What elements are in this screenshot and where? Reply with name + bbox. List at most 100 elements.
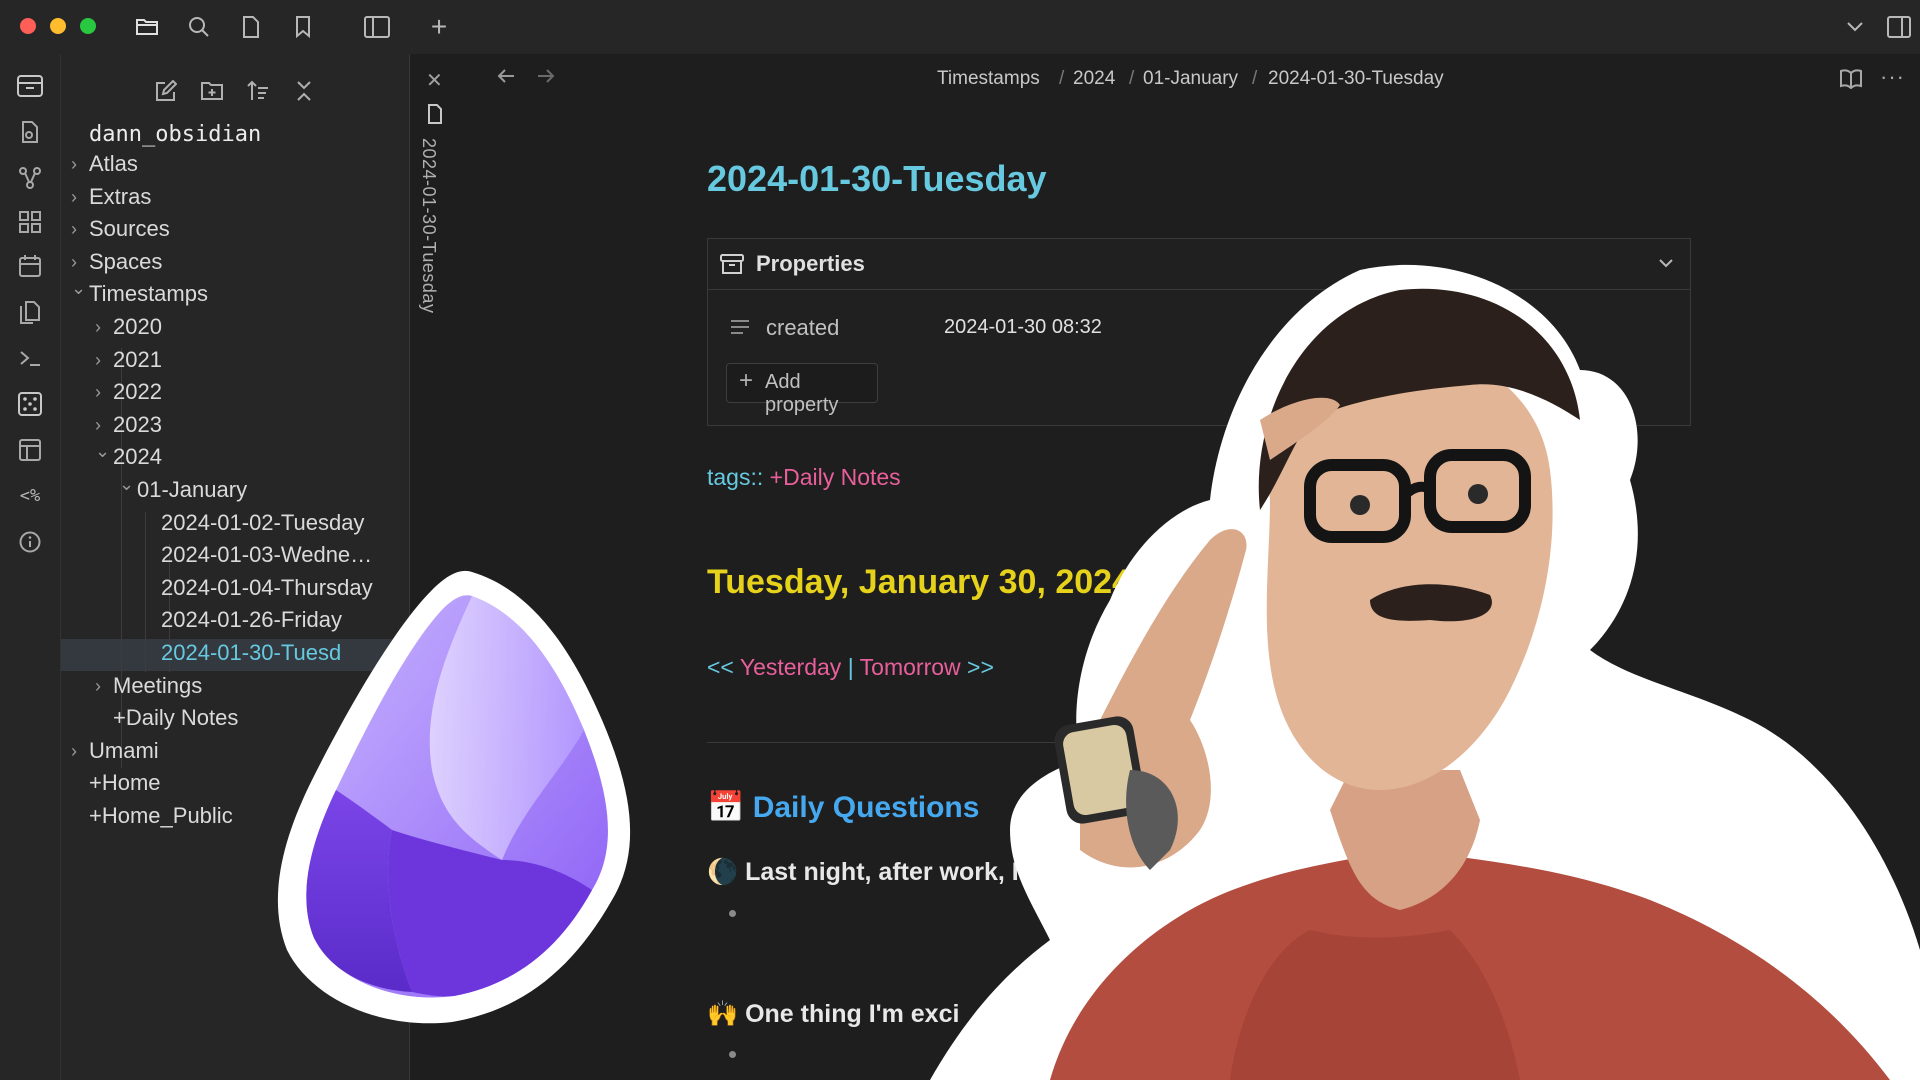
tree-item-label: Spaces xyxy=(89,248,163,274)
tree-folder[interactable]: ⌄ 01-January xyxy=(61,474,409,506)
nav-divider: | xyxy=(847,654,854,680)
back-arrow-icon[interactable] xyxy=(496,68,516,89)
right-sidebar-toggle-icon[interactable] xyxy=(1884,12,1914,42)
text-property-icon xyxy=(730,319,750,340)
maximize-window-button[interactable] xyxy=(80,18,96,34)
moon-emoji-icon: 🌘 xyxy=(707,858,739,886)
bookmark-icon[interactable] xyxy=(288,12,318,42)
breadcrumb-separator: / xyxy=(1059,68,1065,89)
chevron-right-icon[interactable]: › xyxy=(71,181,77,213)
chevron-down-icon[interactable]: ⌄ xyxy=(71,272,86,304)
forward-arrow-icon[interactable] xyxy=(536,68,556,89)
file-icon[interactable] xyxy=(236,12,266,42)
chevron-down-icon[interactable]: ⌄ xyxy=(119,468,134,500)
chevron-right-icon[interactable]: › xyxy=(71,148,77,180)
breadcrumb-current-note: 2024-01-30-Tuesday xyxy=(1268,68,1444,89)
tree-item-label: Timestamps xyxy=(89,281,208,307)
tree-item-label: +Home_Public xyxy=(89,803,233,828)
property-key[interactable]: created xyxy=(766,315,839,341)
obsidian-logo-icon xyxy=(277,570,631,1024)
tree-item-label: 2024-01-02-Tuesday xyxy=(161,509,365,535)
breadcrumb-separator: / xyxy=(1252,68,1258,89)
new-tab-icon[interactable]: + xyxy=(424,11,454,42)
tree-item-label: Umami xyxy=(89,737,159,763)
breadcrumb-timestamps[interactable]: Timestamps xyxy=(937,68,1040,90)
tree-item-label: 2020 xyxy=(113,314,162,339)
search-icon[interactable] xyxy=(184,12,214,42)
tree-folder[interactable]: › 2023 xyxy=(61,409,409,441)
grid-icon[interactable] xyxy=(14,206,46,238)
minimize-window-button[interactable] xyxy=(50,18,66,34)
tree-folder[interactable]: ⌄ 2024 xyxy=(61,441,409,473)
breadcrumb-2024[interactable]: 2024 xyxy=(1073,68,1115,90)
raised-hands-emoji-icon: 🙌 xyxy=(707,1000,739,1028)
file-icon xyxy=(427,104,443,129)
list-bullet[interactable] xyxy=(729,1051,736,1058)
chevron-right-icon[interactable]: › xyxy=(95,344,101,376)
tree-item-label: 01-January xyxy=(137,477,248,502)
sidebar-toggle-icon[interactable] xyxy=(362,12,392,42)
list-bullet[interactable] xyxy=(729,910,736,917)
tree-item-label: Extras xyxy=(89,183,152,209)
tree-folder[interactable]: › Sources xyxy=(61,213,409,245)
tree-item-label: Meetings xyxy=(113,672,203,698)
tree-folder[interactable]: › 2020 xyxy=(61,311,409,343)
tree-item-label: 2023 xyxy=(113,411,162,437)
ribbon: <% xyxy=(0,54,61,1080)
reading-view-icon[interactable] xyxy=(1839,69,1863,94)
info-icon[interactable] xyxy=(14,526,46,558)
files-icon[interactable] xyxy=(14,116,46,148)
more-options-icon[interactable]: ··· xyxy=(1880,64,1905,90)
tags-line: tags:: +Daily Notes xyxy=(707,464,901,491)
chevron-right-icon[interactable]: › xyxy=(71,735,77,767)
calendar-icon[interactable] xyxy=(14,250,46,282)
properties-title: Properties xyxy=(756,251,865,276)
new-note-icon[interactable] xyxy=(149,74,183,108)
chevron-right-icon[interactable]: › xyxy=(95,670,101,702)
tree-file[interactable]: 2024-01-02-Tuesday xyxy=(61,507,409,539)
tree-item-label: Atlas xyxy=(89,151,138,176)
chevron-right-icon[interactable]: › xyxy=(71,213,77,245)
terminal-icon[interactable] xyxy=(14,342,46,374)
tree-item-label: Sources xyxy=(89,216,170,242)
tree-item-label: 2021 xyxy=(113,346,162,372)
chevron-down-icon[interactable]: ⌄ xyxy=(95,435,110,467)
breadcrumb-january[interactable]: 01-January xyxy=(1143,68,1238,90)
tree-folder[interactable]: ⌄ Timestamps xyxy=(61,278,409,310)
vault-name[interactable]: dann_obsidian xyxy=(89,122,261,147)
chevron-right-icon[interactable]: › xyxy=(95,311,101,343)
close-window-button[interactable] xyxy=(20,18,36,34)
sort-icon[interactable] xyxy=(241,74,275,108)
archive-icon[interactable] xyxy=(14,70,46,102)
note-title[interactable]: 2024-01-30-Tuesday xyxy=(707,158,1047,200)
new-folder-icon[interactable] xyxy=(195,74,229,108)
layout-icon[interactable] xyxy=(14,434,46,466)
tree-folder[interactable]: › 2021 xyxy=(61,344,409,376)
daily-notes-link[interactable]: +Daily Notes xyxy=(770,464,901,490)
tree-folder[interactable]: › Extras xyxy=(61,181,409,213)
yesterday-link[interactable]: Yesterday xyxy=(740,654,841,680)
vertical-tab-label[interactable]: 2024-01-30-Tuesday xyxy=(418,138,439,313)
tree-item-label: +Home xyxy=(89,770,161,796)
dice-icon[interactable] xyxy=(14,388,46,420)
template-icon[interactable]: <% xyxy=(14,480,46,512)
archive-icon xyxy=(720,254,744,279)
folder-icon[interactable] xyxy=(132,12,162,42)
plus-icon: + xyxy=(739,367,754,394)
close-tab-icon[interactable]: ✕ xyxy=(426,68,443,93)
breadcrumb-separator: / xyxy=(1129,68,1135,89)
tree-folder[interactable]: › Atlas xyxy=(61,148,409,180)
question-text: One thing I'm exci xyxy=(745,1000,960,1028)
title-bar: + xyxy=(0,0,1920,54)
tree-folder[interactable]: › 2022 xyxy=(61,376,409,408)
copy-icon[interactable] xyxy=(14,296,46,328)
chevron-right-icon[interactable]: › xyxy=(95,376,101,408)
calendar-emoji-icon: 📅 xyxy=(707,791,745,824)
tree-folder[interactable]: › Spaces xyxy=(61,246,409,278)
add-property-label: Add property xyxy=(765,371,839,416)
prev-arrows: << xyxy=(707,654,734,680)
chevron-down-icon[interactable] xyxy=(1840,12,1870,42)
add-property-button[interactable]: + Add property xyxy=(726,363,878,416)
graph-icon[interactable] xyxy=(14,162,46,194)
collapse-all-icon[interactable] xyxy=(287,74,321,108)
